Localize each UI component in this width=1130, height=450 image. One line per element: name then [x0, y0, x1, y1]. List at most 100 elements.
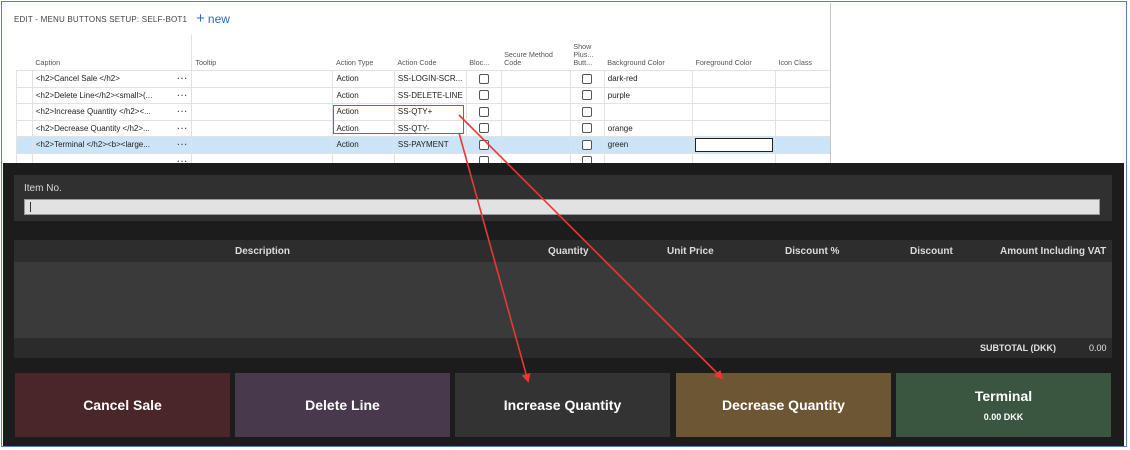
background-color-cell[interactable]: green — [603, 136, 693, 153]
blocked-cell[interactable] — [465, 86, 502, 104]
icon-class-cell[interactable] — [774, 86, 830, 104]
show-plus-minus-cell[interactable] — [569, 136, 605, 153]
new-button-label: new — [207, 12, 230, 26]
row-actions-ellipsis-icon[interactable]: ··· — [173, 136, 192, 153]
column-header-background-color[interactable]: Background Color — [604, 35, 692, 71]
action-type-cell[interactable]: Action — [332, 70, 395, 87]
tooltip-cell[interactable] — [191, 119, 333, 137]
foreground-color-cell[interactable] — [691, 86, 776, 104]
delete-line-label: Delete Line — [305, 397, 380, 413]
action-code-cell[interactable]: SS-DELETE-LINE — [393, 86, 467, 104]
column-header-quantity: Quantity — [548, 246, 589, 257]
action-code-cell[interactable]: SS-LOGIN-SCR... — [393, 70, 467, 87]
action-type-cell[interactable]: Action — [332, 103, 395, 120]
table-row[interactable]: <h2>Increase Quantity </h2><... ··· Acti… — [16, 103, 830, 120]
row-actions-ellipsis-icon[interactable]: ··· — [173, 70, 192, 87]
caption-cell[interactable]: <h2>Cancel Sale </h2> — [31, 70, 174, 87]
blocked-checkbox[interactable] — [478, 106, 489, 117]
show-plus-minus-checkbox[interactable] — [582, 73, 593, 84]
row-selector[interactable] — [16, 136, 33, 153]
secure-method-cell[interactable] — [500, 86, 571, 104]
tooltip-cell[interactable] — [191, 136, 333, 153]
show-plus-minus-checkbox[interactable] — [582, 106, 593, 117]
show-plus-minus-checkbox[interactable] — [582, 139, 593, 150]
icon-class-cell[interactable] — [774, 119, 830, 137]
column-header-show-plus-minus[interactable]: Show Plus... Butt... — [570, 35, 604, 71]
foreground-color-input[interactable] — [694, 137, 773, 152]
column-header-description: Description — [235, 246, 291, 257]
new-button[interactable]: + new — [196, 11, 230, 26]
row-actions-ellipsis-icon[interactable]: ··· — [173, 119, 192, 137]
increase-quantity-button[interactable]: Increase Quantity — [455, 373, 670, 437]
column-header-tooltip[interactable]: Tooltip — [191, 35, 333, 71]
foreground-color-cell[interactable] — [691, 136, 776, 153]
blocked-cell[interactable] — [465, 136, 502, 153]
action-code-cell[interactable]: SS-QTY- — [393, 119, 467, 137]
column-header-action-type[interactable]: Action Type — [333, 35, 394, 71]
row-selector[interactable] — [16, 119, 33, 137]
blocked-checkbox[interactable] — [478, 73, 489, 84]
tooltip-cell[interactable] — [191, 86, 333, 104]
row-selector[interactable] — [16, 86, 33, 104]
secure-method-cell[interactable] — [500, 136, 571, 153]
caption-cell[interactable]: <h2>Delete Line</h2><small>(... — [31, 86, 174, 104]
blocked-cell[interactable] — [465, 103, 502, 120]
show-plus-minus-cell[interactable] — [569, 70, 605, 87]
secure-method-cell[interactable] — [500, 103, 571, 120]
action-type-cell[interactable]: Action — [332, 119, 395, 137]
delete-line-button[interactable]: Delete Line — [235, 373, 450, 437]
table-row[interactable]: <h2>Delete Line</h2><small>(... ··· Acti… — [16, 86, 830, 104]
column-header-actions — [174, 35, 192, 71]
cancel-sale-button[interactable]: Cancel Sale — [15, 373, 230, 437]
column-header-blocked[interactable]: Bloc... — [466, 35, 501, 71]
item-no-input[interactable] — [24, 199, 1100, 215]
column-header-action-code[interactable]: Action Code — [394, 35, 466, 71]
action-type-cell[interactable]: Action — [332, 86, 395, 104]
blocked-checkbox[interactable] — [478, 139, 489, 150]
tooltip-cell[interactable] — [191, 70, 333, 87]
show-plus-minus-checkbox[interactable] — [582, 123, 593, 134]
background-color-cell[interactable]: orange — [603, 119, 693, 137]
blocked-cell[interactable] — [465, 119, 502, 137]
caption-cell[interactable]: <h2>Increase Quantity </h2><... — [31, 103, 174, 120]
table-row[interactable]: <h2>Decrease Quantity </h2>... ··· Actio… — [16, 119, 830, 137]
foreground-color-cell[interactable] — [691, 103, 776, 120]
secure-method-cell[interactable] — [500, 119, 571, 137]
foreground-color-cell[interactable] — [691, 119, 776, 137]
caption-cell[interactable]: <h2>Decrease Quantity </h2>... — [31, 119, 174, 137]
icon-class-cell[interactable] — [774, 103, 830, 120]
item-no-section: Item No. — [14, 175, 1112, 221]
icon-class-cell[interactable] — [774, 136, 830, 153]
caption-cell[interactable]: <h2>Terminal </h2><b><large... — [31, 136, 174, 153]
decrease-quantity-button[interactable]: Decrease Quantity — [676, 373, 891, 437]
show-plus-minus-cell[interactable] — [569, 103, 605, 120]
blocked-cell[interactable] — [465, 70, 502, 87]
secure-method-cell[interactable] — [500, 70, 571, 87]
show-plus-minus-cell[interactable] — [569, 86, 605, 104]
action-code-cell[interactable]: SS-QTY+ — [393, 103, 467, 120]
row-actions-ellipsis-icon[interactable]: ··· — [173, 103, 192, 120]
background-color-cell[interactable]: dark-red — [603, 70, 693, 87]
column-header-secure-method-code[interactable]: Secure Method Code — [501, 35, 570, 71]
increase-quantity-label: Increase Quantity — [503, 397, 622, 413]
background-color-cell[interactable] — [603, 103, 693, 120]
terminal-button[interactable]: Terminal 0.00 DKK — [896, 373, 1111, 437]
tooltip-cell[interactable] — [191, 103, 333, 120]
icon-class-cell[interactable] — [774, 70, 830, 87]
action-type-cell[interactable]: Action — [332, 136, 395, 153]
foreground-color-cell[interactable] — [691, 70, 776, 87]
background-color-cell[interactable]: purple — [603, 86, 693, 104]
table-row[interactable]: <h2>Cancel Sale </h2> ··· Action SS-LOGI… — [16, 70, 830, 87]
blocked-checkbox[interactable] — [478, 90, 489, 101]
row-selector[interactable] — [16, 103, 33, 120]
table-row-selected[interactable]: <h2>Terminal </h2><b><large... ··· Actio… — [16, 136, 830, 153]
show-plus-minus-checkbox[interactable] — [582, 90, 593, 101]
blocked-checkbox[interactable] — [478, 123, 489, 134]
show-plus-minus-cell[interactable] — [569, 119, 605, 137]
column-header-foreground-color[interactable]: Foreground Color — [692, 35, 775, 71]
action-code-cell[interactable]: SS-PAYMENT — [393, 136, 467, 153]
row-selector[interactable] — [16, 70, 33, 87]
column-header-caption[interactable]: Caption — [32, 35, 174, 71]
column-header-icon-class[interactable]: Icon Class — [775, 35, 830, 71]
row-actions-ellipsis-icon[interactable]: ··· — [173, 86, 192, 104]
